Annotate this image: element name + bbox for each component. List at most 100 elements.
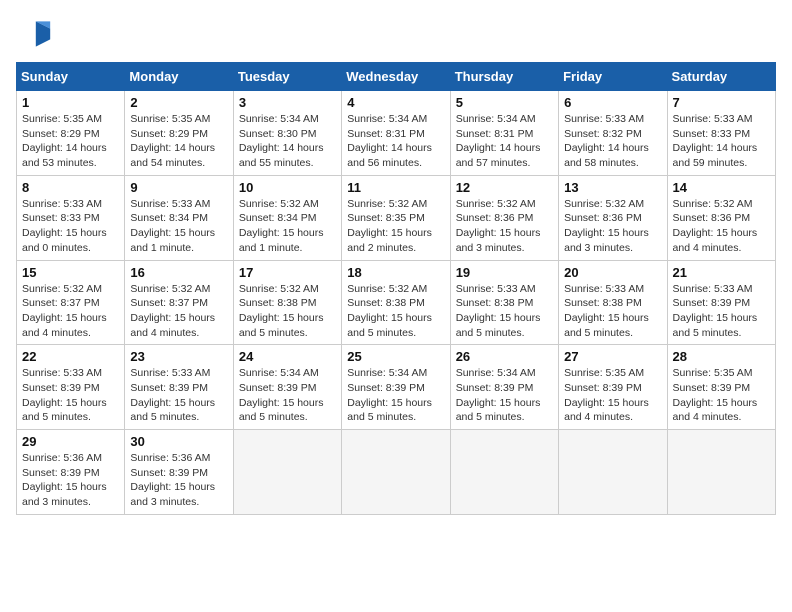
day-number: 13 [564,180,661,195]
calendar-day-cell: 17 Sunrise: 5:32 AM Sunset: 8:38 PM Dayl… [233,260,341,345]
day-number: 10 [239,180,336,195]
calendar-day-cell: 5 Sunrise: 5:34 AM Sunset: 8:31 PM Dayli… [450,91,558,176]
day-info: Sunrise: 5:35 AM Sunset: 8:39 PM Dayligh… [673,366,770,425]
calendar-day-cell: 23 Sunrise: 5:33 AM Sunset: 8:39 PM Dayl… [125,345,233,430]
day-number: 24 [239,349,336,364]
day-number: 20 [564,265,661,280]
page-header [16,16,776,52]
day-number: 22 [22,349,119,364]
day-number: 26 [456,349,553,364]
day-number: 29 [22,434,119,449]
calendar-day-cell: 1 Sunrise: 5:35 AM Sunset: 8:29 PM Dayli… [17,91,125,176]
day-number: 30 [130,434,227,449]
col-monday: Monday [125,63,233,91]
day-info: Sunrise: 5:32 AM Sunset: 8:36 PM Dayligh… [564,197,661,256]
calendar-day-cell: 30 Sunrise: 5:36 AM Sunset: 8:39 PM Dayl… [125,430,233,515]
day-number: 16 [130,265,227,280]
day-number: 11 [347,180,444,195]
day-info: Sunrise: 5:34 AM Sunset: 8:39 PM Dayligh… [456,366,553,425]
calendar-day-cell: 12 Sunrise: 5:32 AM Sunset: 8:36 PM Dayl… [450,175,558,260]
day-info: Sunrise: 5:33 AM Sunset: 8:34 PM Dayligh… [130,197,227,256]
day-number: 19 [456,265,553,280]
calendar-day-cell: 6 Sunrise: 5:33 AM Sunset: 8:32 PM Dayli… [559,91,667,176]
day-number: 5 [456,95,553,110]
calendar-day-cell: 29 Sunrise: 5:36 AM Sunset: 8:39 PM Dayl… [17,430,125,515]
calendar-body: 1 Sunrise: 5:35 AM Sunset: 8:29 PM Dayli… [17,91,776,515]
day-number: 7 [673,95,770,110]
day-number: 25 [347,349,444,364]
calendar-day-cell: 28 Sunrise: 5:35 AM Sunset: 8:39 PM Dayl… [667,345,775,430]
day-info: Sunrise: 5:32 AM Sunset: 8:37 PM Dayligh… [130,282,227,341]
calendar-day-cell: 26 Sunrise: 5:34 AM Sunset: 8:39 PM Dayl… [450,345,558,430]
calendar-day-cell: 20 Sunrise: 5:33 AM Sunset: 8:38 PM Dayl… [559,260,667,345]
day-info: Sunrise: 5:36 AM Sunset: 8:39 PM Dayligh… [130,451,227,510]
day-number: 17 [239,265,336,280]
day-number: 2 [130,95,227,110]
day-info: Sunrise: 5:33 AM Sunset: 8:33 PM Dayligh… [673,112,770,171]
calendar-day-cell: 18 Sunrise: 5:32 AM Sunset: 8:38 PM Dayl… [342,260,450,345]
logo [16,16,56,52]
day-info: Sunrise: 5:35 AM Sunset: 8:39 PM Dayligh… [564,366,661,425]
calendar-day-cell: 11 Sunrise: 5:32 AM Sunset: 8:35 PM Dayl… [342,175,450,260]
calendar-day-cell: 13 Sunrise: 5:32 AM Sunset: 8:36 PM Dayl… [559,175,667,260]
calendar-header-row: Sunday Monday Tuesday Wednesday Thursday… [17,63,776,91]
calendar-day-cell: 16 Sunrise: 5:32 AM Sunset: 8:37 PM Dayl… [125,260,233,345]
day-info: Sunrise: 5:34 AM Sunset: 8:39 PM Dayligh… [239,366,336,425]
day-info: Sunrise: 5:32 AM Sunset: 8:36 PM Dayligh… [456,197,553,256]
col-thursday: Thursday [450,63,558,91]
col-saturday: Saturday [667,63,775,91]
calendar-day-cell: 8 Sunrise: 5:33 AM Sunset: 8:33 PM Dayli… [17,175,125,260]
calendar-day-cell: 19 Sunrise: 5:33 AM Sunset: 8:38 PM Dayl… [450,260,558,345]
day-number: 23 [130,349,227,364]
day-info: Sunrise: 5:32 AM Sunset: 8:36 PM Dayligh… [673,197,770,256]
calendar-day-cell [559,430,667,515]
day-info: Sunrise: 5:36 AM Sunset: 8:39 PM Dayligh… [22,451,119,510]
day-number: 1 [22,95,119,110]
calendar-day-cell: 25 Sunrise: 5:34 AM Sunset: 8:39 PM Dayl… [342,345,450,430]
calendar-day-cell: 15 Sunrise: 5:32 AM Sunset: 8:37 PM Dayl… [17,260,125,345]
calendar-day-cell [450,430,558,515]
calendar-day-cell: 27 Sunrise: 5:35 AM Sunset: 8:39 PM Dayl… [559,345,667,430]
calendar-day-cell: 10 Sunrise: 5:32 AM Sunset: 8:34 PM Dayl… [233,175,341,260]
day-info: Sunrise: 5:35 AM Sunset: 8:29 PM Dayligh… [130,112,227,171]
day-info: Sunrise: 5:32 AM Sunset: 8:38 PM Dayligh… [347,282,444,341]
calendar-week-row: 15 Sunrise: 5:32 AM Sunset: 8:37 PM Dayl… [17,260,776,345]
day-info: Sunrise: 5:35 AM Sunset: 8:29 PM Dayligh… [22,112,119,171]
calendar-day-cell: 2 Sunrise: 5:35 AM Sunset: 8:29 PM Dayli… [125,91,233,176]
col-sunday: Sunday [17,63,125,91]
day-info: Sunrise: 5:33 AM Sunset: 8:33 PM Dayligh… [22,197,119,256]
day-info: Sunrise: 5:33 AM Sunset: 8:39 PM Dayligh… [673,282,770,341]
day-info: Sunrise: 5:32 AM Sunset: 8:34 PM Dayligh… [239,197,336,256]
day-number: 15 [22,265,119,280]
day-info: Sunrise: 5:32 AM Sunset: 8:35 PM Dayligh… [347,197,444,256]
calendar-day-cell [667,430,775,515]
calendar-day-cell: 22 Sunrise: 5:33 AM Sunset: 8:39 PM Dayl… [17,345,125,430]
col-wednesday: Wednesday [342,63,450,91]
day-number: 3 [239,95,336,110]
day-info: Sunrise: 5:33 AM Sunset: 8:39 PM Dayligh… [22,366,119,425]
calendar-day-cell: 21 Sunrise: 5:33 AM Sunset: 8:39 PM Dayl… [667,260,775,345]
day-number: 27 [564,349,661,364]
day-number: 8 [22,180,119,195]
col-tuesday: Tuesday [233,63,341,91]
calendar-day-cell: 3 Sunrise: 5:34 AM Sunset: 8:30 PM Dayli… [233,91,341,176]
day-info: Sunrise: 5:34 AM Sunset: 8:31 PM Dayligh… [456,112,553,171]
day-info: Sunrise: 5:34 AM Sunset: 8:31 PM Dayligh… [347,112,444,171]
day-number: 12 [456,180,553,195]
day-number: 18 [347,265,444,280]
day-number: 14 [673,180,770,195]
calendar-week-row: 29 Sunrise: 5:36 AM Sunset: 8:39 PM Dayl… [17,430,776,515]
day-number: 9 [130,180,227,195]
calendar-day-cell: 4 Sunrise: 5:34 AM Sunset: 8:31 PM Dayli… [342,91,450,176]
col-friday: Friday [559,63,667,91]
calendar-day-cell: 7 Sunrise: 5:33 AM Sunset: 8:33 PM Dayli… [667,91,775,176]
day-number: 6 [564,95,661,110]
logo-icon [16,16,52,52]
day-info: Sunrise: 5:33 AM Sunset: 8:32 PM Dayligh… [564,112,661,171]
calendar-week-row: 8 Sunrise: 5:33 AM Sunset: 8:33 PM Dayli… [17,175,776,260]
day-number: 21 [673,265,770,280]
calendar-day-cell: 9 Sunrise: 5:33 AM Sunset: 8:34 PM Dayli… [125,175,233,260]
day-info: Sunrise: 5:33 AM Sunset: 8:38 PM Dayligh… [564,282,661,341]
calendar-week-row: 22 Sunrise: 5:33 AM Sunset: 8:39 PM Dayl… [17,345,776,430]
calendar-day-cell [233,430,341,515]
